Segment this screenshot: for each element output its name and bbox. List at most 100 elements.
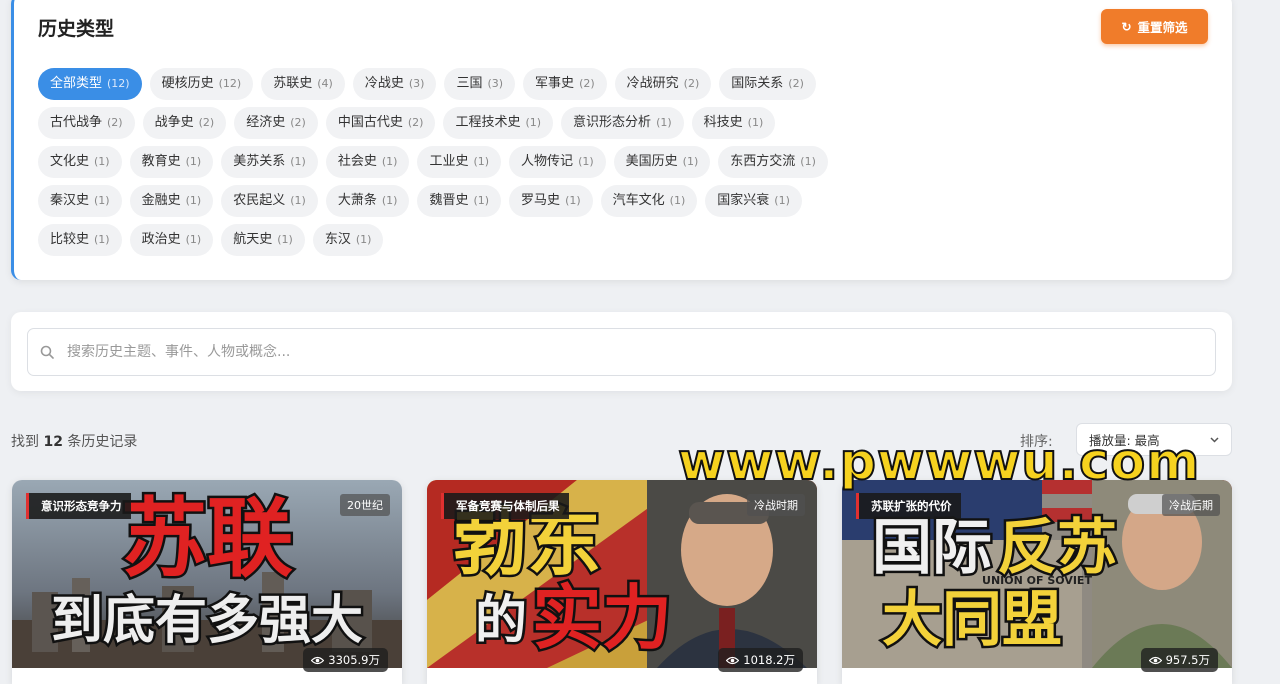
thumb-headline: 国际 [872, 513, 992, 583]
filter-tag[interactable]: 意识形态分析 (1) [561, 107, 684, 139]
filter-tag[interactable]: 三国 (3) [444, 68, 516, 100]
filter-tag-count: (1) [185, 233, 202, 246]
filter-tag-label: 经济史 [246, 115, 286, 130]
filter-tag[interactable]: 苏联史 (4) [261, 68, 345, 100]
filter-tag[interactable]: 科技史 (1) [691, 107, 776, 139]
filter-tag[interactable]: 魏晋史 (1) [417, 185, 502, 217]
filter-tag-count: (12) [218, 77, 242, 90]
filter-tag[interactable]: 教育史 (1) [129, 146, 214, 178]
filter-tag-count: (1) [290, 155, 306, 168]
filter-tag-label: 苏联史 [273, 76, 313, 91]
filter-tag[interactable]: 罗马史 (1) [509, 185, 593, 217]
filter-tag-count: (3) [487, 77, 504, 90]
filter-tag-label: 科技史 [703, 115, 743, 130]
filter-tag-count: (1) [565, 194, 581, 207]
filter-tag-label: 三国 [456, 76, 483, 91]
filter-tag-count: (12) [107, 77, 130, 90]
filter-tag[interactable]: 国际关系 (2) [719, 68, 816, 100]
tag-row: 秦汉史 (1) 金融史 (1) 农民起义 (1) 大萧条 (1) 魏晋史 (1) 罗马史 (1) 汽车文… [38, 185, 1218, 217]
filter-tag-count: (2) [788, 77, 804, 90]
filter-tag[interactable]: 大萧条 (1) [325, 185, 410, 217]
filter-tag[interactable]: 金融史 (1) [129, 185, 214, 217]
filter-tag-count: (2) [579, 77, 595, 90]
refresh-icon: ↻ [1121, 19, 1132, 34]
filter-tag[interactable]: 政治史 (1) [129, 224, 214, 256]
filter-tag[interactable]: 硬核历史 (12) [149, 68, 254, 100]
filter-tag-count: (1) [381, 155, 398, 168]
filter-tag-label: 航天史 [233, 232, 273, 247]
filter-tag[interactable]: 航天史 (1) [221, 224, 305, 256]
filter-tag-count: (2) [107, 116, 123, 129]
filter-tag-count: (2) [198, 116, 215, 129]
filter-tag-label: 秦汉史 [50, 193, 90, 208]
filter-tag-count: (1) [94, 233, 110, 246]
filter-tag-count: (1) [185, 194, 202, 207]
chevron-down-icon [1210, 436, 1219, 443]
filter-tag-label: 冷战研究 [626, 76, 679, 91]
thumb-subline: 实力 [532, 577, 672, 659]
thumb-headline: 苏联 [121, 489, 293, 589]
filter-tag[interactable]: 军事史 (2) [523, 68, 607, 100]
panel-title: 历史类型 [38, 18, 115, 40]
tag-row: 全部类型 (12) 硬核历史 (12) 苏联史 (4) 冷战史 (3) 三国 (3) 军事史 (2) 冷… [38, 68, 1218, 100]
view-count: 3305.9万 [303, 648, 388, 672]
filter-tag[interactable]: 文化史 (1) [38, 146, 122, 178]
filter-tag-label: 硬核历史 [161, 76, 214, 91]
category-badge: 军备竞赛与体制后果 [441, 493, 569, 519]
filter-tag[interactable]: 东汉 (1) [312, 224, 384, 256]
tag-row: 比较史 (1) 政治史 (1) 航天史 (1) 东汉 (1) [38, 224, 1218, 256]
filter-tag-count: (1) [277, 233, 293, 246]
reset-filter-button[interactable]: ↻ 重置筛选 [1101, 9, 1208, 44]
filter-tag[interactable]: 美苏关系 (1) [221, 146, 318, 178]
filter-tag[interactable]: 人物传记 (1) [509, 146, 606, 178]
filter-tag[interactable]: 国家兴衰 (1) [705, 185, 802, 217]
search-box[interactable] [27, 328, 1216, 376]
filter-tag[interactable]: 冷战研究 (2) [614, 68, 712, 100]
eye-icon [311, 656, 325, 664]
filter-tag[interactable]: 汽车文化 (1) [600, 185, 698, 217]
filter-tag[interactable]: 社会史 (1) [325, 146, 410, 178]
filter-tag-label: 教育史 [141, 154, 181, 169]
era-badge: 冷战后期 [1162, 494, 1220, 516]
video-card[interactable]: 苏联 到底有多强大 意识形态竞争力 20世纪 3305.9万 [12, 480, 402, 684]
view-count: 957.5万 [1140, 648, 1218, 672]
filter-tag-count: (1) [774, 194, 790, 207]
eye-icon [1148, 656, 1162, 664]
filter-tag[interactable]: 农民起义 (1) [221, 185, 318, 217]
filter-tag[interactable]: 中国古代史 (2) [325, 107, 436, 139]
search-input[interactable] [67, 344, 1167, 360]
results-number: 12 [43, 434, 63, 450]
filter-tag[interactable]: 秦汉史 (1) [38, 185, 122, 217]
filter-tag[interactable]: 经济史 (2) [234, 107, 318, 139]
filter-tag-label: 金融史 [141, 193, 181, 208]
search-card [11, 312, 1232, 391]
category-badge: 苏联扩张的代价 [856, 493, 961, 519]
filter-tag-count: (2) [290, 116, 306, 129]
filter-tag[interactable]: 工业史 (1) [417, 146, 502, 178]
tag-row: 古代战争 (2) 战争史 (2) 经济史 (2) 中国古代史 (2) 工程技术史 (1) 意识形态分… [38, 107, 1218, 139]
filter-tag[interactable]: 美国历史 (1) [613, 146, 711, 178]
thumb-caption: UNION OF SOVIET [982, 574, 1092, 587]
filter-tag[interactable]: 东西方交流 (1) [718, 146, 828, 178]
filter-tag-count: (2) [683, 77, 700, 90]
filter-tag-count: (1) [682, 155, 699, 168]
filter-tag[interactable]: 古代战争 (2) [38, 107, 135, 139]
video-card[interactable]: 勃东 的 实力 军备竞赛与体制后果 冷战时期 1018.2万 [427, 480, 817, 684]
era-badge: 20世纪 [340, 494, 390, 516]
filter-tag-count: (1) [473, 155, 490, 168]
filter-tag-label: 国际关系 [731, 76, 784, 91]
filter-tag[interactable]: 冷战史 (3) [352, 68, 437, 100]
video-card[interactable]: 国际 反苏 大同盟 UNION OF SOVIET 苏联扩张的代价 冷战后期 9… [842, 480, 1232, 684]
filter-tag-count: (1) [94, 155, 110, 168]
filter-tag-label: 古代战争 [50, 115, 103, 130]
tag-row: 文化史 (1) 教育史 (1) 美苏关系 (1) 社会史 (1) 工业史 (1) 人物传记 (1) 美国… [38, 146, 1218, 178]
filter-tag-label: 东西方交流 [730, 154, 796, 169]
thumb-subline: 的 [475, 591, 527, 651]
filter-tag-count: (1) [94, 194, 110, 207]
filter-tag[interactable]: 全部类型 (12) [38, 68, 142, 100]
filter-tag[interactable]: 战争史 (2) [142, 107, 227, 139]
filter-tag[interactable]: 比较史 (1) [38, 224, 122, 256]
filter-tag-label: 农民起义 [233, 193, 286, 208]
filter-tag-count: (1) [656, 116, 672, 129]
filter-tag[interactable]: 工程技术史 (1) [443, 107, 554, 139]
